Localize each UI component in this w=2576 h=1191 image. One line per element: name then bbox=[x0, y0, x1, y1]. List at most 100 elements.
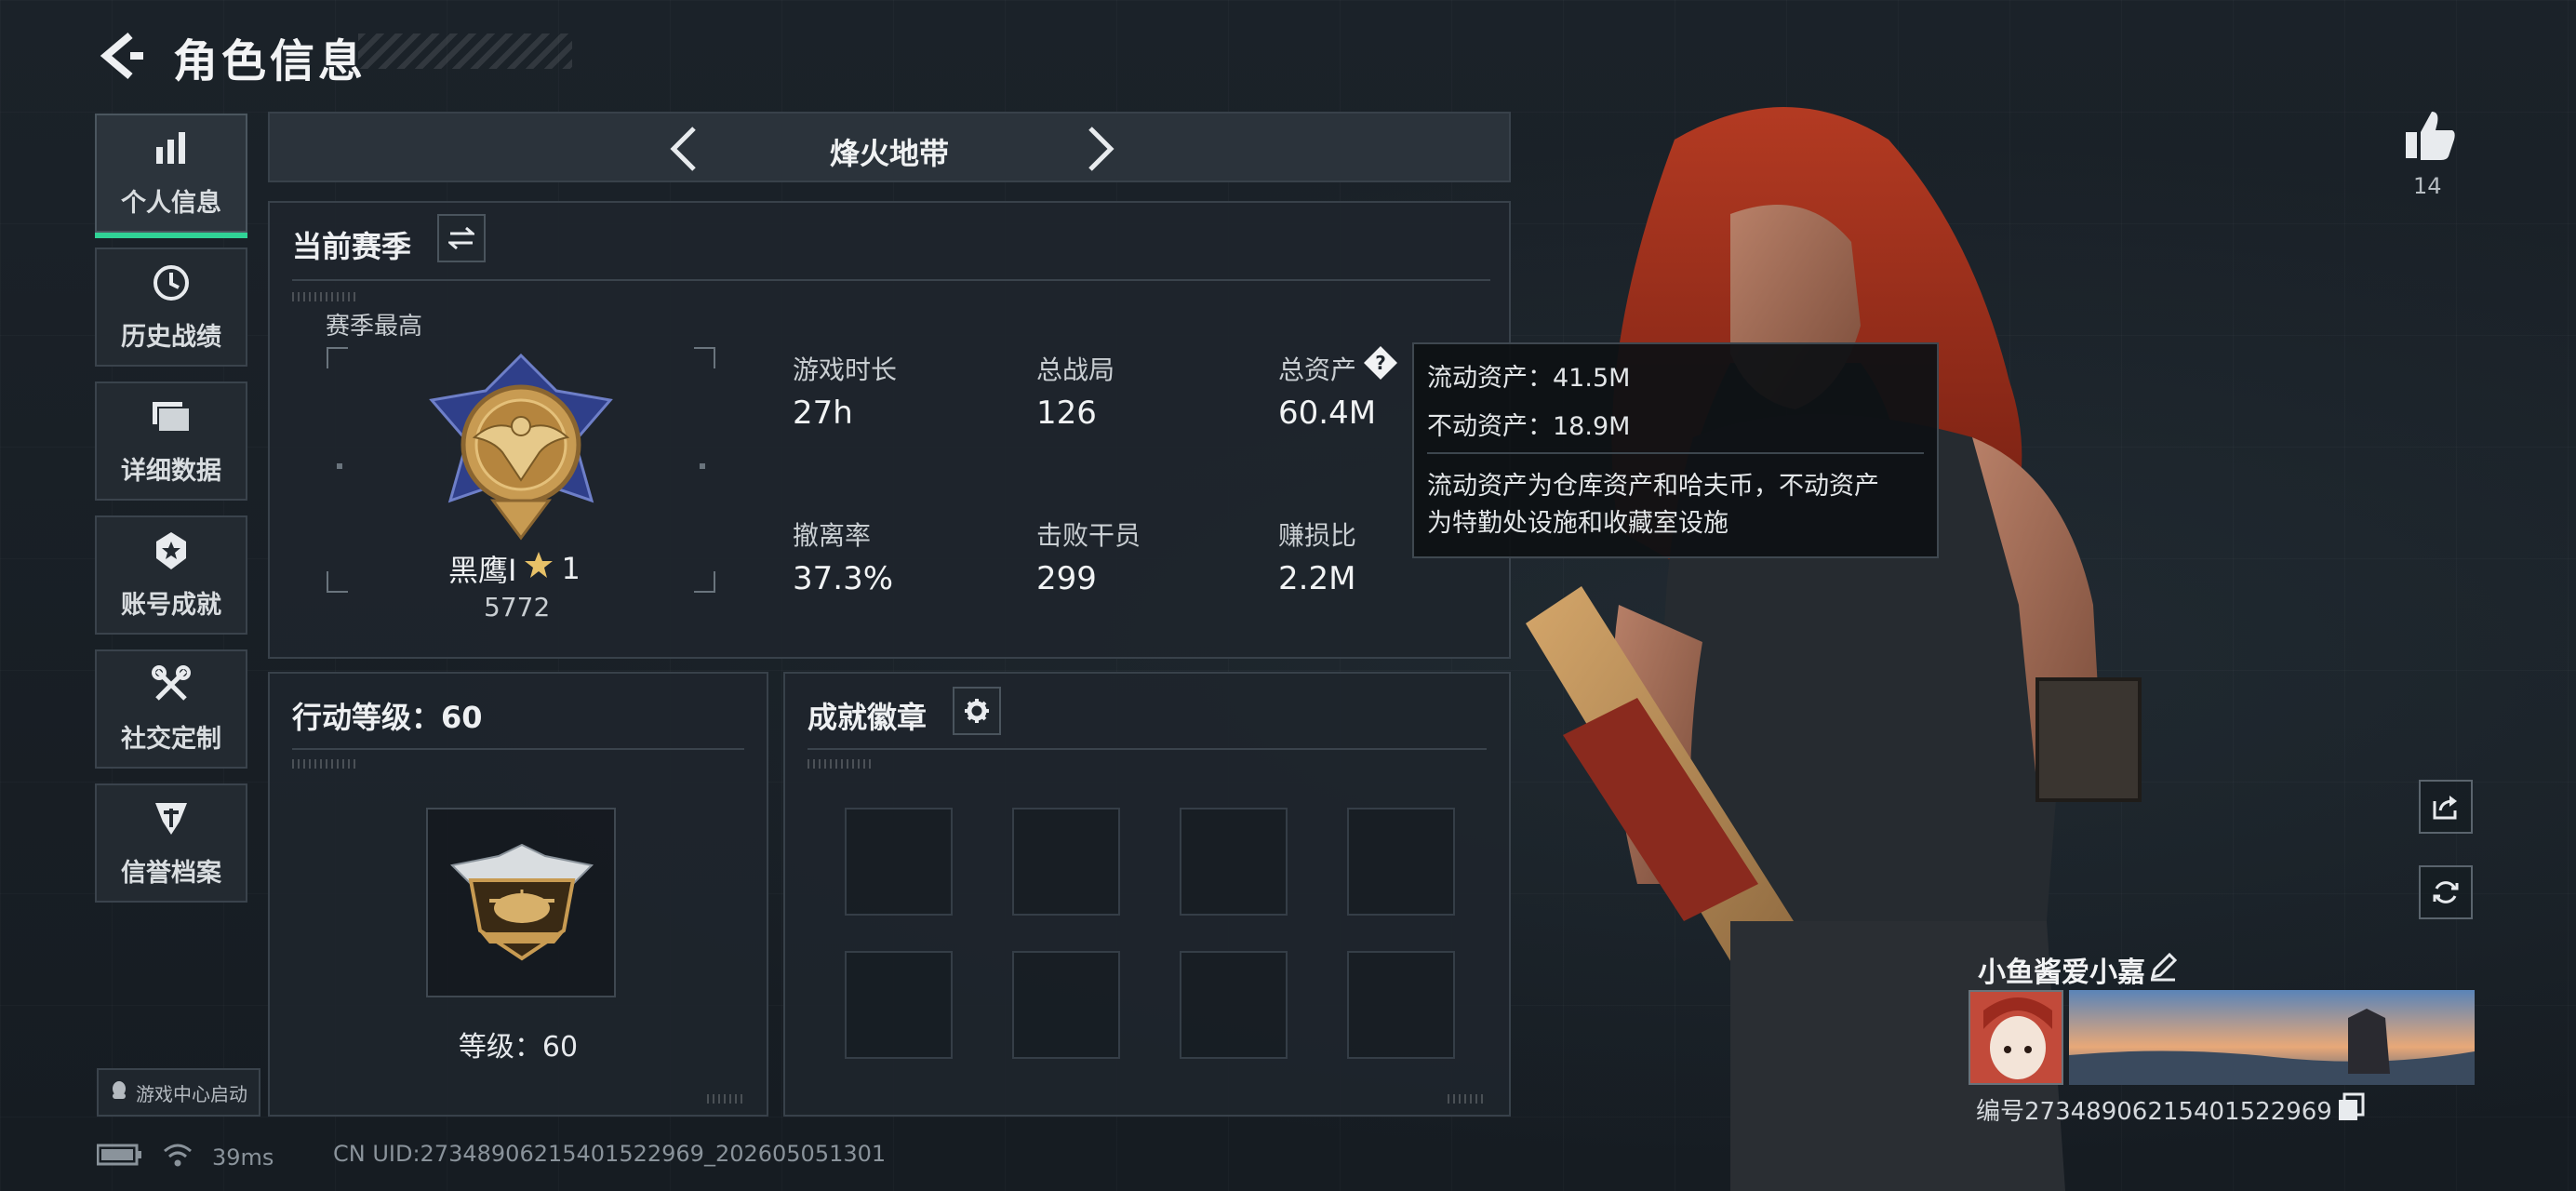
badges-settings-button[interactable] bbox=[953, 687, 1001, 735]
season-title: 当前赛季 bbox=[292, 229, 412, 264]
badge-slot[interactable] bbox=[1180, 808, 1288, 916]
action-level-panel: 行动等级：60 等级：60 bbox=[268, 672, 768, 1117]
sidebar-item-label: 社交定制 bbox=[121, 724, 221, 754]
title-decoration bbox=[358, 33, 572, 69]
badge-slot[interactable] bbox=[1012, 808, 1120, 916]
stat-label-extraction-rate: 撤离率 bbox=[793, 520, 872, 551]
badge-slot[interactable] bbox=[1180, 951, 1288, 1059]
action-level-title: 行动等级：60 bbox=[292, 700, 483, 735]
bar-chart-icon bbox=[151, 128, 192, 169]
rank-name-row: 黑鹰I 1 bbox=[448, 547, 581, 590]
season-best-label: 赛季最高 bbox=[326, 313, 423, 341]
sidebar-item-achievements[interactable]: 账号成就 bbox=[95, 515, 247, 635]
tooltip-fixed-assets: 不动资产：18.9M bbox=[1427, 412, 1631, 441]
stat-label-playtime: 游戏时长 bbox=[793, 355, 898, 385]
tooltip-description-line-2: 为特勤处设施和收藏室设施 bbox=[1427, 509, 1728, 538]
page-title: 角色信息 bbox=[173, 35, 367, 87]
badge-slot[interactable] bbox=[845, 808, 953, 916]
profile-banner[interactable] bbox=[2069, 990, 2475, 1085]
stat-value-extraction-rate: 37.3% bbox=[793, 560, 894, 597]
tooltip-liquid-assets: 流动资产：41.5M bbox=[1427, 364, 1631, 393]
badge-slot[interactable] bbox=[845, 951, 953, 1059]
mode-selector: 烽火地带 bbox=[268, 112, 1511, 182]
thumbs-up-icon bbox=[2406, 112, 2455, 160]
like-button[interactable] bbox=[2402, 108, 2458, 164]
chevron-right-icon bbox=[1088, 127, 1114, 171]
avatar[interactable] bbox=[1969, 990, 2063, 1085]
mode-title: 烽火地带 bbox=[829, 136, 949, 171]
sidebar-item-label: 详细数据 bbox=[121, 456, 221, 486]
like-count: 14 bbox=[2413, 173, 2442, 199]
badge-slot[interactable] bbox=[1012, 951, 1120, 1059]
star-icon bbox=[524, 550, 554, 587]
hatch-decoration bbox=[292, 759, 357, 769]
sidebar-item-personal-info[interactable]: 个人信息 bbox=[95, 114, 247, 238]
gear-icon bbox=[965, 699, 989, 723]
tooltip-description-line-1: 流动资产为仓库资产和哈夫币，不动资产 bbox=[1427, 472, 1879, 501]
divider bbox=[808, 748, 1487, 750]
sidebar-item-social-custom[interactable]: 社交定制 bbox=[95, 649, 247, 769]
medal-icon bbox=[151, 530, 192, 571]
player-nickname: 小鱼酱爱小嘉 bbox=[1978, 957, 2145, 989]
stat-value-operators-defeated: 299 bbox=[1036, 560, 1097, 597]
hatch-decoration bbox=[808, 759, 873, 769]
edit-nickname-button[interactable] bbox=[2147, 951, 2179, 983]
pencil-icon bbox=[2150, 952, 2178, 982]
achievement-badges-panel: 成就徽章 bbox=[783, 672, 1511, 1117]
sidebar-item-detail-data[interactable]: 详细数据 bbox=[95, 381, 247, 501]
rank-emblem-icon bbox=[429, 353, 613, 541]
stat-value-total-assets: 60.4M bbox=[1278, 395, 1377, 432]
sidebar-item-credit[interactable]: 信誉档案 bbox=[95, 783, 247, 903]
helicopter-level-icon bbox=[449, 843, 594, 961]
shield-icon bbox=[151, 798, 192, 839]
hatch-decoration bbox=[707, 1094, 744, 1104]
sidebar-item-label: 信誉档案 bbox=[121, 858, 221, 888]
refresh-button[interactable] bbox=[2419, 865, 2473, 919]
share-button[interactable] bbox=[2419, 780, 2473, 834]
hatch-decoration bbox=[292, 292, 357, 301]
stat-value-total-matches: 126 bbox=[1036, 395, 1097, 432]
launch-label: 游戏中心启动 bbox=[136, 1082, 247, 1105]
divider bbox=[292, 279, 1490, 281]
status-bar: 39ms bbox=[96, 1141, 274, 1174]
back-arrow-icon bbox=[100, 32, 143, 80]
season-panel: 当前赛季 赛季最高 黑鹰I 1 5772 游戏时长 27h 总战局 126 总资… bbox=[268, 201, 1511, 659]
ping-text: 39ms bbox=[212, 1144, 274, 1171]
refresh-icon bbox=[2433, 881, 2459, 903]
copy-icon bbox=[2339, 1092, 2365, 1120]
qq-icon bbox=[110, 1080, 128, 1105]
sidebar-item-label: 个人信息 bbox=[121, 188, 221, 218]
question-icon: ? bbox=[1364, 346, 1397, 380]
assets-help-button[interactable]: ? bbox=[1362, 344, 1399, 381]
badge-slot[interactable] bbox=[1347, 808, 1455, 916]
sidebar-item-label: 账号成就 bbox=[121, 590, 221, 620]
tools-icon bbox=[151, 664, 192, 705]
battery-icon bbox=[96, 1143, 143, 1172]
wifi-icon bbox=[162, 1142, 194, 1173]
tooltip-divider bbox=[1427, 452, 1924, 454]
assets-tooltip: 流动资产：41.5M 不动资产：18.9M 流动资产为仓库资产和哈夫币，不动资产… bbox=[1412, 342, 1939, 558]
share-icon bbox=[2433, 796, 2457, 820]
svg-text:?: ? bbox=[1375, 352, 1386, 374]
avatar-image bbox=[1970, 992, 2062, 1083]
badge-slot[interactable] bbox=[1347, 951, 1455, 1059]
stat-value-profit-ratio: 2.2M bbox=[1278, 560, 1356, 597]
player-id: 编号2734890621540152296​9 bbox=[1976, 1098, 2332, 1126]
level-icon-frame bbox=[426, 808, 616, 997]
season-switch-button[interactable] bbox=[437, 214, 486, 262]
uid-text: CN UID:2734890621540152296​9_20260505130… bbox=[333, 1141, 887, 1167]
sidebar-item-history[interactable]: 历史战绩 bbox=[95, 248, 247, 367]
stat-label-profit-ratio: 赚损比 bbox=[1278, 520, 1357, 551]
back-button[interactable] bbox=[99, 32, 145, 80]
banner-image bbox=[2069, 990, 2475, 1085]
game-center-launch-button[interactable]: 游戏中心启动 bbox=[97, 1068, 260, 1117]
mode-next-button[interactable] bbox=[1072, 123, 1124, 175]
stat-label-total-matches: 总战局 bbox=[1036, 355, 1115, 385]
rank-stars: 1 bbox=[561, 551, 581, 586]
history-clock-icon bbox=[151, 262, 192, 303]
stat-value-playtime: 27h bbox=[793, 395, 853, 432]
sidebar-item-label: 历史战绩 bbox=[121, 322, 221, 352]
divider bbox=[292, 748, 744, 750]
copy-id-button[interactable] bbox=[2337, 1092, 2365, 1122]
swap-icon bbox=[448, 226, 474, 250]
